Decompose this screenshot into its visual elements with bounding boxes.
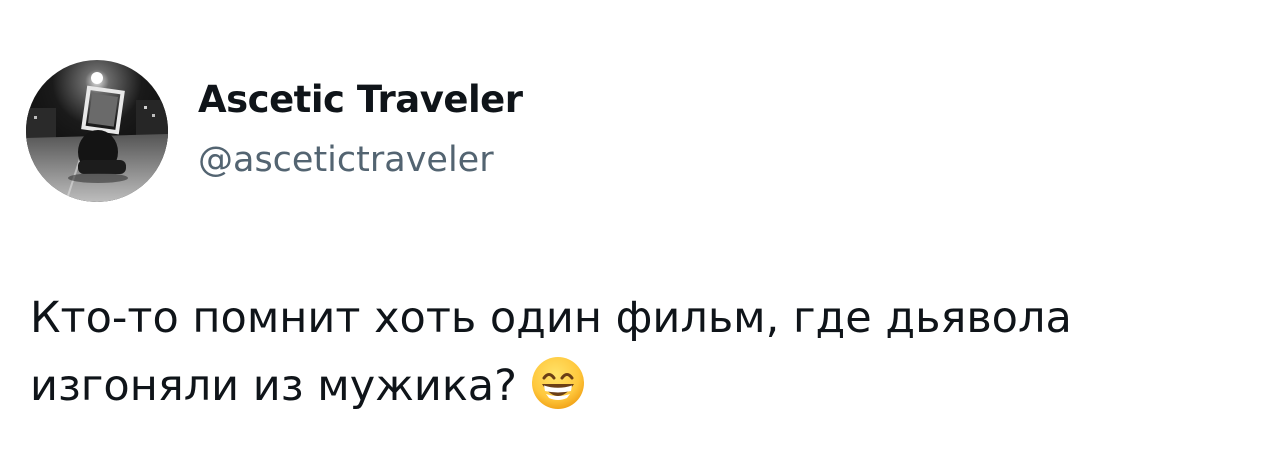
author-handle[interactable]: @ascetictraveler	[198, 136, 494, 184]
tweet-text-line-2: изгоняли из мужика?	[30, 352, 1230, 420]
author-display-name[interactable]: Ascetic Traveler	[198, 76, 523, 124]
tweet-card: Ascetic Traveler @ascetictraveler Кто-то…	[0, 0, 1284, 469]
tweet-text-line: Кто-то помнит хоть один фильм, где дьяво…	[30, 293, 1072, 343]
tweet-text: Кто-то помнит хоть один фильм, где дьяво…	[30, 284, 1230, 420]
avatar-photo	[26, 60, 168, 202]
avatar[interactable]	[26, 60, 168, 202]
tweet-text-line-content: изгоняли из мужика?	[30, 361, 517, 411]
grinning-face-with-smiling-eyes-icon	[531, 356, 585, 410]
